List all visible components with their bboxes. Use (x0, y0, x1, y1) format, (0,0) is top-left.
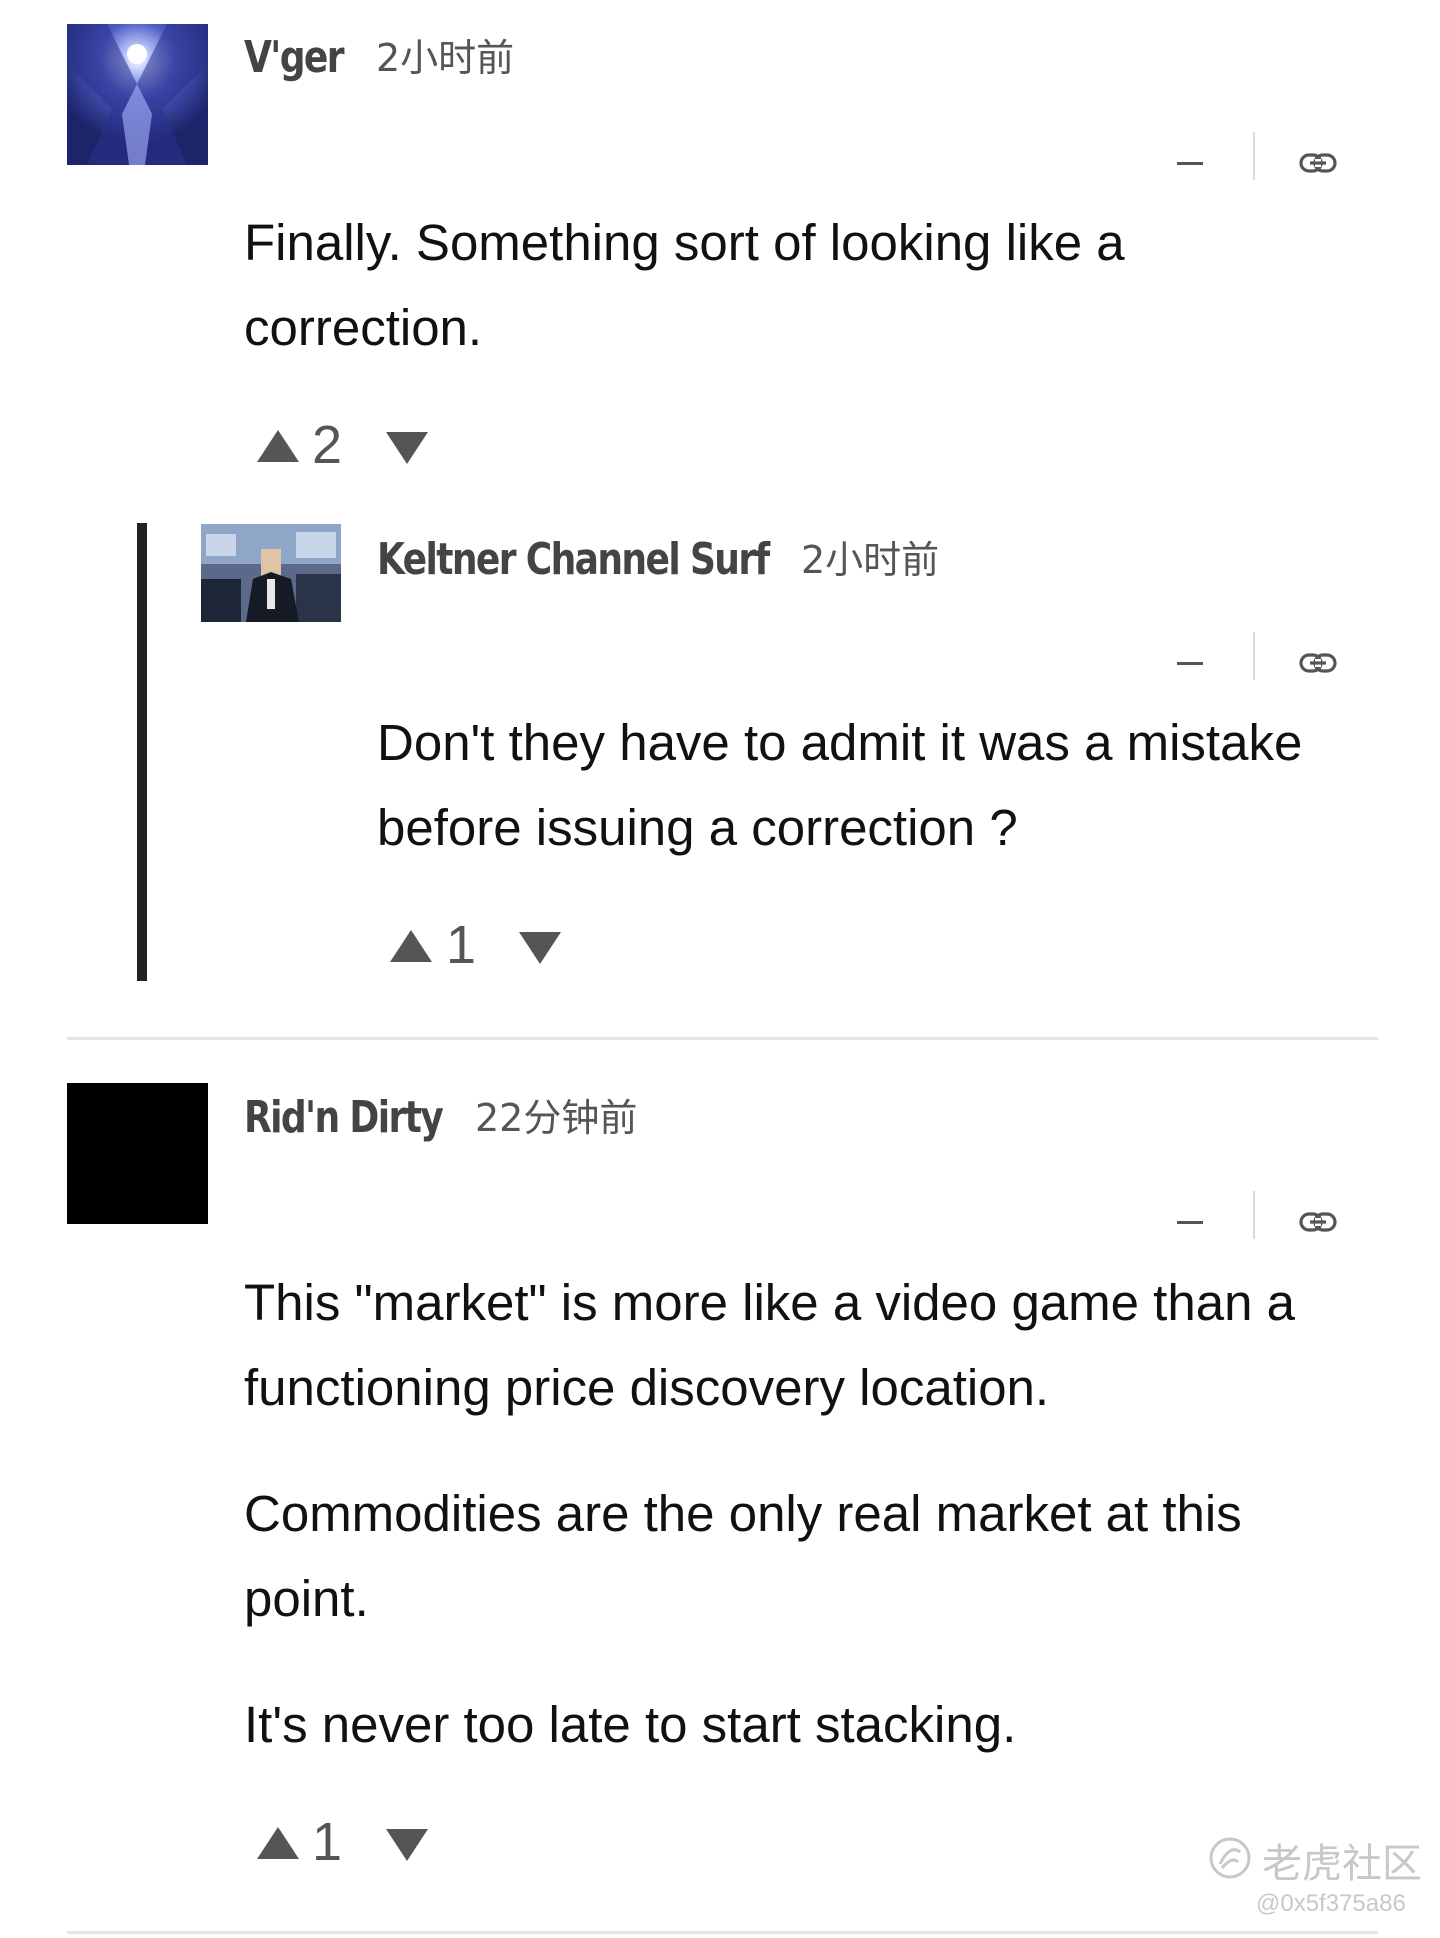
avatar-vger[interactable] (67, 24, 208, 165)
triangle-up-icon[interactable] (257, 1827, 299, 1859)
author-name[interactable]: Rid'n Dirty (244, 1090, 444, 1146)
triangle-down-icon[interactable] (386, 432, 428, 464)
triangle-down-icon[interactable] (386, 1829, 428, 1861)
author-name[interactable]: Keltner Channel Surf (377, 532, 770, 588)
comment-paragraph: It's never too late to start stacking. (244, 1696, 1017, 1753)
vote-count: 1 (312, 1812, 343, 1872)
link-icon[interactable] (1298, 643, 1338, 683)
link-icon[interactable] (1298, 1202, 1338, 1242)
vote-count: 2 (312, 415, 343, 475)
vote-count: 1 (446, 915, 477, 975)
comment-body: Finally. Something sort of looking like … (244, 200, 1344, 370)
watermark-handle: @0x5f375a86 (1256, 1890, 1406, 1917)
triangle-up-icon[interactable] (390, 930, 432, 962)
comment-time: 22分钟前 (475, 1096, 638, 1140)
avatar-ridn-dirty[interactable] (67, 1083, 208, 1224)
action-separator (1253, 1191, 1255, 1239)
tiger-logo-icon (1209, 1837, 1251, 1879)
comment-paragraph: Don't they have to admit it was a mistak… (377, 714, 1303, 856)
reply-thread-bar (137, 523, 147, 981)
link-icon[interactable] (1298, 143, 1338, 183)
comment-body: Don't they have to admit it was a mistak… (377, 700, 1317, 870)
minus-icon[interactable] (1177, 1221, 1203, 1224)
minus-icon[interactable] (1177, 662, 1203, 665)
watermark-logo-text: 老虎社区 (1262, 1841, 1422, 1887)
avatar-keltner[interactable] (201, 524, 341, 622)
comment-divider (67, 1037, 1378, 1040)
trader-avatar-icon (201, 524, 341, 622)
comment-paragraph: Commodities are the only real market at … (244, 1485, 1242, 1627)
action-separator (1253, 132, 1255, 180)
comment-divider (67, 1931, 1378, 1934)
astronaut-avatar-icon (67, 24, 208, 165)
comment-time: 2小时前 (376, 36, 515, 80)
minus-icon[interactable] (1177, 162, 1203, 165)
comment-paragraph: Finally. Something sort of looking like … (244, 214, 1125, 356)
triangle-down-icon[interactable] (519, 932, 561, 964)
triangle-up-icon[interactable] (257, 430, 299, 462)
author-name[interactable]: V'ger (244, 30, 344, 86)
comment-time: 2小时前 (801, 538, 940, 582)
comment-paragraph: This "market" is more like a video game … (244, 1274, 1295, 1416)
action-separator (1253, 632, 1255, 680)
comment-body: This "market" is more like a video game … (244, 1260, 1374, 1767)
